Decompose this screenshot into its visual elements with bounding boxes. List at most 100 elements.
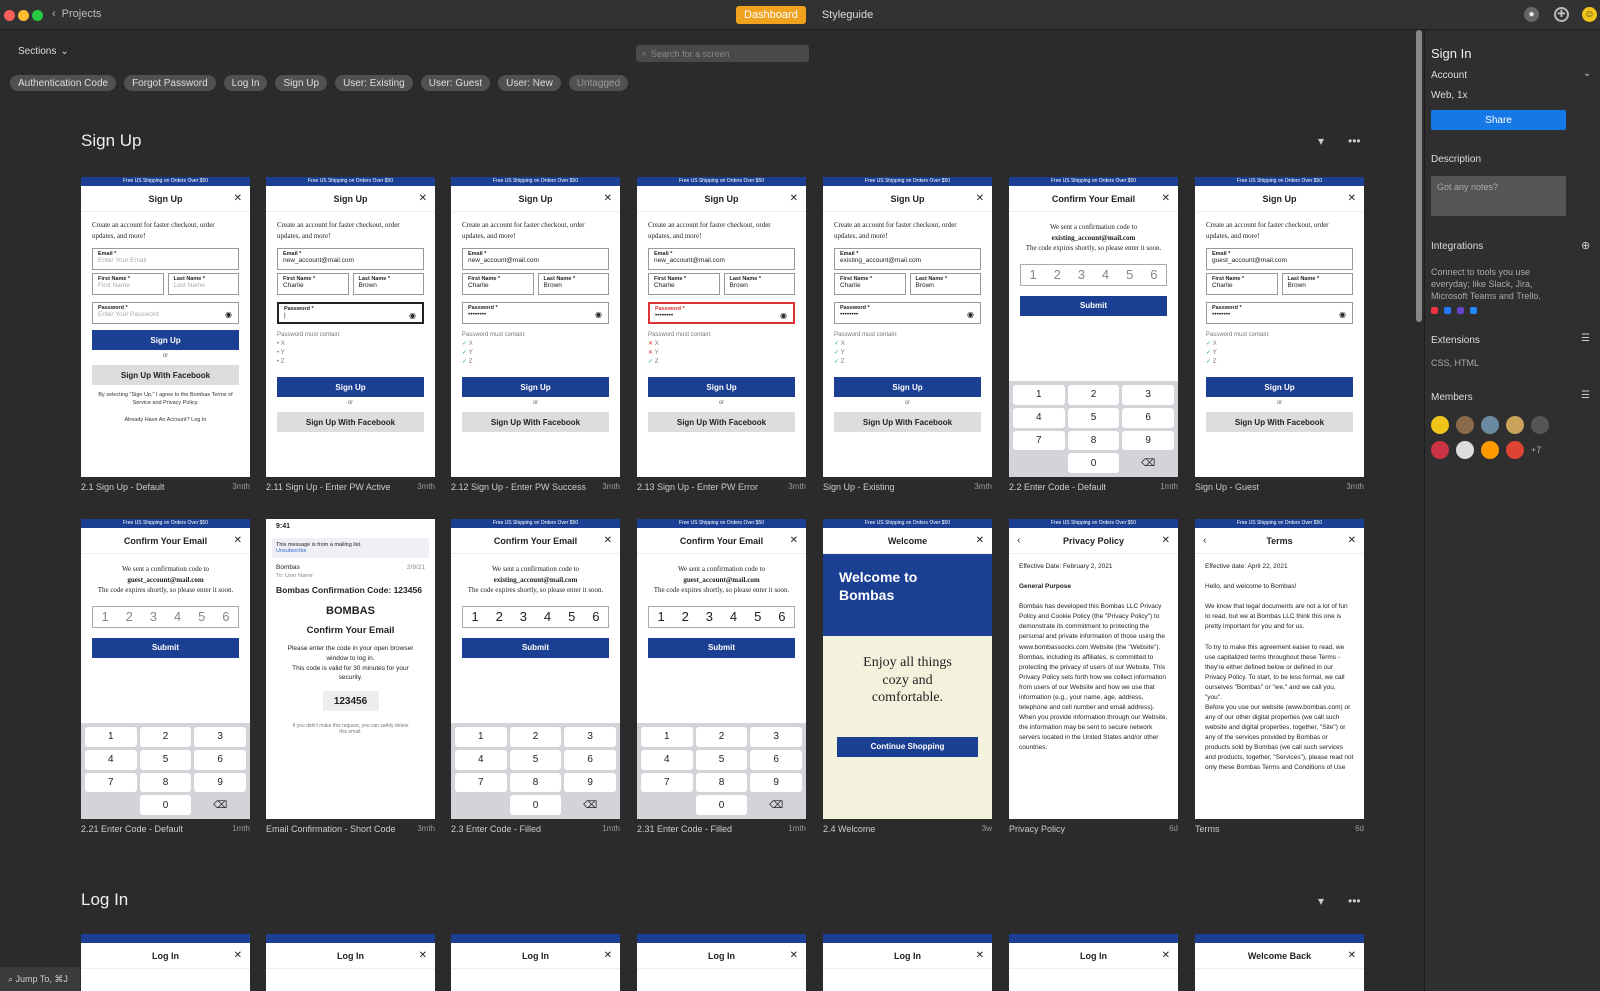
avatar[interactable] xyxy=(1431,416,1449,434)
close-icon: ✕ xyxy=(789,193,798,204)
screen-thumbnail[interactable]: Log In ✕ xyxy=(823,934,992,991)
account-label: Account xyxy=(1431,70,1468,81)
screen-name[interactable]: Email Confirmation - Short Code xyxy=(266,824,396,834)
more-members-count: +7 xyxy=(1531,445,1542,455)
search-icon: ⌕ xyxy=(8,973,16,984)
avatar[interactable] xyxy=(1456,441,1474,459)
tab-dashboard[interactable]: Dashboard xyxy=(736,6,806,24)
screen-thumbnail[interactable]: Free US Shipping on Orders Over $50 ‹ Ter… xyxy=(1195,519,1364,819)
screen-thumbnail[interactable]: Free US Shipping on Orders Over $50 Conf… xyxy=(451,519,620,819)
screen-name[interactable]: 2.13 Sign Up - Enter PW Error xyxy=(637,482,758,492)
section-title-sign-up: Sign Up xyxy=(81,131,142,150)
close-icon: ✕ xyxy=(1347,193,1356,204)
collapse-section-icon[interactable]: ▾ xyxy=(1318,134,1324,148)
screen-thumbnail[interactable]: Log In ✕ xyxy=(637,934,806,991)
screen-thumbnail[interactable]: Free US Shipping on Orders Over $50 Conf… xyxy=(81,519,250,819)
screen-name[interactable]: 2.31 Enter Code - Filled xyxy=(637,824,732,834)
chevron-down-icon[interactable]: ⌄ xyxy=(1583,68,1591,79)
close-icon: ✕ xyxy=(1161,950,1170,961)
jira-icon[interactable] xyxy=(1444,307,1451,314)
tag-forgot-password[interactable]: Forgot Password xyxy=(124,75,216,91)
tag-filter-bar: Authentication Code Forgot Password Log … xyxy=(10,75,629,91)
screen-name[interactable]: 2.4 Welcome xyxy=(823,824,875,834)
close-icon: ✕ xyxy=(418,950,427,961)
screen-name[interactable]: Privacy Policy xyxy=(1009,824,1065,834)
screen-thumbnail[interactable]: Free US Shipping on Orders Over $50 Sign… xyxy=(1195,177,1364,477)
tag-untagged[interactable]: Untagged xyxy=(568,75,629,91)
jump-to-button[interactable]: ⌕ Jump To, ⌘J xyxy=(0,967,80,991)
sections-dropdown[interactable]: Sections ⌄ xyxy=(18,46,69,57)
screen-thumbnail[interactable]: Log In ✕ xyxy=(266,934,435,991)
tag-log-in[interactable]: Log In xyxy=(223,75,268,91)
screen-name[interactable]: 2.12 Sign Up - Enter PW Success xyxy=(451,482,586,492)
screen-thumbnail[interactable]: Log In ✕ xyxy=(451,934,620,991)
description-heading: Description xyxy=(1431,154,1482,165)
tab-styleguide[interactable]: Styleguide xyxy=(814,6,881,24)
screen-thumbnail[interactable]: Free US Shipping on Orders Over $50 Sign… xyxy=(266,177,435,477)
screen-name[interactable]: 2.2 Enter Code - Default xyxy=(1009,482,1106,492)
tag-user-new[interactable]: User: New xyxy=(498,75,561,91)
screen-name[interactable]: Sign Up - Existing xyxy=(823,482,895,492)
screen-name[interactable]: Terms xyxy=(1195,824,1220,834)
avatar[interactable] xyxy=(1431,441,1449,459)
screen-name[interactable]: Sign Up - Guest xyxy=(1195,482,1259,492)
collapse-section-icon[interactable]: ▾ xyxy=(1318,894,1324,908)
user-avatar[interactable]: ☺ xyxy=(1582,7,1597,22)
search-input[interactable]: ⌕ Search for a screen xyxy=(636,45,809,62)
avatar[interactable] xyxy=(1506,416,1524,434)
settings-sliders-icon[interactable]: ☰ xyxy=(1581,390,1590,401)
tag-sign-up[interactable]: Sign Up xyxy=(275,75,328,91)
back-to-projects[interactable]: ‹ Projects xyxy=(52,8,101,20)
screen-thumbnail[interactable]: Welcome Back ✕ xyxy=(1195,934,1364,991)
scrollbar[interactable] xyxy=(1416,30,1422,322)
screen-thumbnail[interactable]: Free US Shipping on Orders Over $50 Welc… xyxy=(823,519,992,819)
close-icon: ✕ xyxy=(789,950,798,961)
avatar[interactable] xyxy=(1481,416,1499,434)
settings-sliders-icon[interactable]: ☰ xyxy=(1581,333,1590,344)
extensions-heading: Extensions xyxy=(1431,335,1480,346)
screen-name[interactable]: 2.1 Sign Up - Default xyxy=(81,482,165,492)
chevron-left-icon: ‹ xyxy=(1203,535,1207,546)
trello-icon[interactable] xyxy=(1470,307,1477,314)
more-options-icon[interactable]: ••• xyxy=(1348,894,1361,908)
eye-icon: ◉ xyxy=(225,310,232,319)
screen-thumbnail[interactable]: Free US Shipping on Orders Over $50 Sign… xyxy=(81,177,250,477)
tag-authentication-code[interactable]: Authentication Code xyxy=(10,75,117,91)
close-icon: ✕ xyxy=(975,535,984,546)
screen-thumbnail[interactable]: Log In ✕ xyxy=(1009,934,1178,991)
avatar[interactable] xyxy=(1481,441,1499,459)
close-icon: ✕ xyxy=(1347,950,1356,961)
eye-icon: ◉ xyxy=(409,311,416,320)
close-icon: ✕ xyxy=(233,950,242,961)
screen-name[interactable]: 2.3 Enter Code - Filled xyxy=(451,824,541,834)
screen-thumbnail[interactable]: Free US Shipping on Orders Over $50 Conf… xyxy=(1009,177,1178,477)
notes-input[interactable]: Got any notes? xyxy=(1431,176,1566,216)
more-options-icon[interactable]: ••• xyxy=(1348,134,1361,148)
screen-thumbnail[interactable]: Free US Shipping on Orders Over $50 Sign… xyxy=(823,177,992,477)
zoom-window-button[interactable] xyxy=(32,10,43,21)
close-window-button[interactable] xyxy=(4,10,15,21)
close-icon: ✕ xyxy=(1161,535,1170,546)
teams-icon[interactable] xyxy=(1457,307,1464,314)
screen-thumbnail[interactable]: Free US Shipping on Orders Over $50 ‹ Pri… xyxy=(1009,519,1178,819)
avatar[interactable] xyxy=(1506,441,1524,459)
slack-icon[interactable] xyxy=(1431,307,1438,314)
screen-thumbnail[interactable]: 9:41 This message is from a mailing list… xyxy=(266,519,435,819)
avatar[interactable] xyxy=(1531,416,1549,434)
chevron-left-icon: ‹ xyxy=(52,8,56,20)
screen-name[interactable]: 2.21 Enter Code - Default xyxy=(81,824,183,834)
screen-thumbnail[interactable]: Free US Shipping on Orders Over $50 Sign… xyxy=(637,177,806,477)
screen-thumbnail[interactable]: Free US Shipping on Orders Over $50 Sign… xyxy=(451,177,620,477)
tag-user-existing[interactable]: User: Existing xyxy=(335,75,413,91)
screen-thumbnail[interactable]: Free US Shipping on Orders Over $50 Conf… xyxy=(637,519,806,819)
screen-thumbnail[interactable]: Log In ✕ xyxy=(81,934,250,991)
share-button[interactable]: Share xyxy=(1431,110,1566,130)
minimize-window-button[interactable] xyxy=(18,10,29,21)
screen-name[interactable]: 2.11 Sign Up - Enter PW Active xyxy=(266,482,390,492)
help-icon[interactable]: ✚ xyxy=(1554,7,1569,22)
avatar[interactable] xyxy=(1456,416,1474,434)
add-integration-icon[interactable]: ⊕ xyxy=(1581,239,1590,252)
notifications-icon[interactable]: ● xyxy=(1524,7,1539,22)
tag-user-guest[interactable]: User: Guest xyxy=(420,75,491,91)
close-icon: ✕ xyxy=(418,193,427,204)
